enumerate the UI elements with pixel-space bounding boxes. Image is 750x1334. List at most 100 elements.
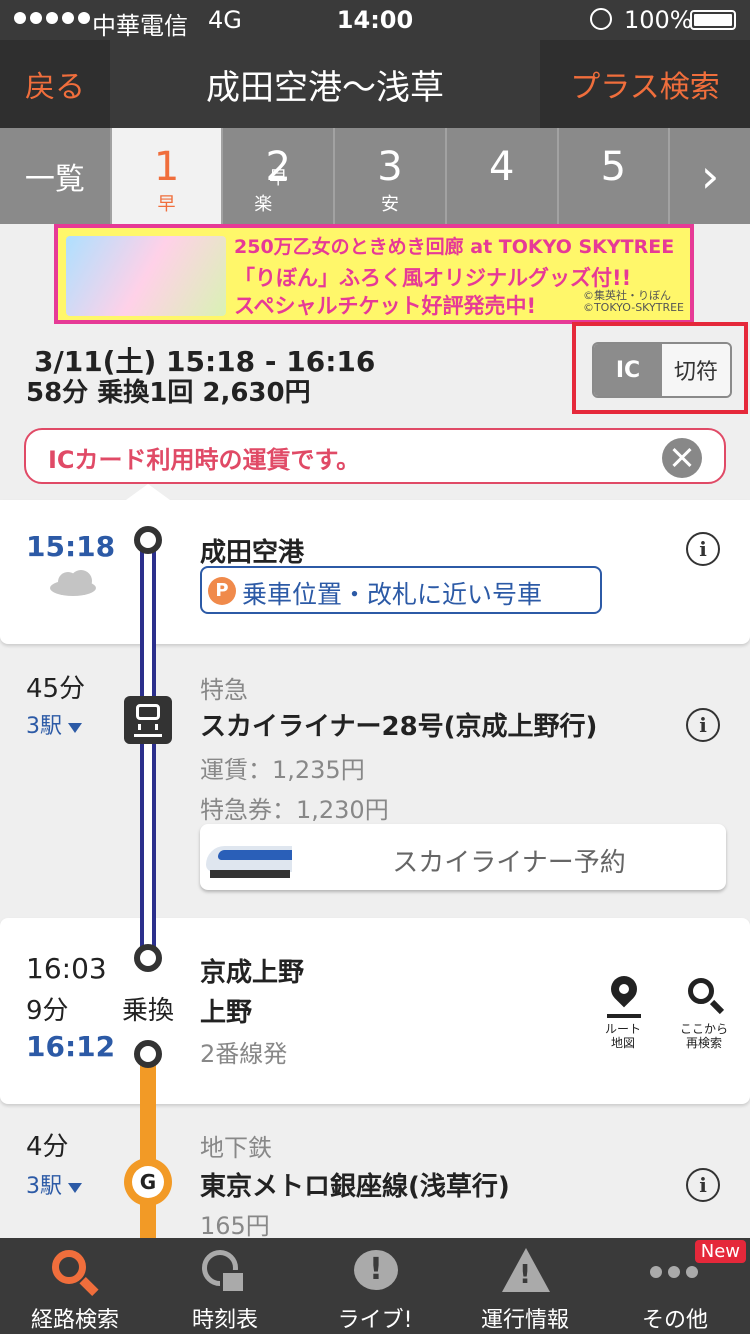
new-badge: New [694, 1240, 746, 1263]
leg2-stations-toggle[interactable]: 3駅 [26, 1168, 82, 1200]
rotation-lock-icon [590, 8, 612, 30]
tab-route-2[interactable]: 2 早 楽 [223, 128, 336, 224]
tab-route-5[interactable]: 5 [559, 128, 671, 224]
boarding-position-label: 乗車位置・改札に近い号車 [242, 580, 543, 609]
leg2-type: 地下鉄 [200, 1134, 272, 1162]
leg1-express-fee: 特急券：1,230円 [200, 796, 389, 824]
leg1-stations-toggle[interactable]: 3駅 [26, 708, 82, 740]
bottom-tab-bar: 経路検索 時刻表 ! ライブ! ! 運行情報 New その他 [0, 1238, 750, 1334]
p-badge-icon: P [208, 577, 236, 605]
route-details: 58分 乗換1回 2,630円 [26, 378, 311, 408]
banner-line-2: 「りぼん」ふろく風オリジナルグッズ付!! [234, 266, 632, 290]
ic-fare-option[interactable]: IC [594, 344, 662, 396]
tab-tags: 安 [380, 194, 429, 215]
ginza-line-bar [140, 1054, 156, 1238]
tab-number: 5 [600, 144, 627, 190]
tab-service-info[interactable]: ! 運行情報 [450, 1238, 600, 1334]
leg2-train[interactable]: 東京メトロ銀座線(浅草行) [200, 1166, 510, 1203]
cloud-icon [50, 570, 96, 596]
nav-bar: 戻る 成田空港〜浅草 プラス検索 [0, 40, 750, 128]
transfer-card: 16:03 9分 乗換 16:12 京成上野 上野 2番線発 ルート 地図 ここ… [0, 918, 750, 1104]
banner-image [66, 236, 226, 316]
info-icon[interactable]: i [686, 1168, 720, 1202]
transfer-station-2[interactable]: 上野 [200, 992, 252, 1029]
transfer-wait: 9分 [26, 996, 69, 1026]
tab-number: 4 [488, 144, 515, 190]
leg1-fare: 運賃：1,235円 [200, 756, 365, 784]
tab-live[interactable]: ! ライブ! [300, 1238, 450, 1334]
leg1-type: 特急 [200, 676, 248, 704]
transfer-depart-time: 16:12 [26, 1030, 116, 1063]
status-bar: 中華電信 4G 14:00 100% [0, 0, 750, 40]
tab-label: 経路検索 [30, 1308, 119, 1333]
warning-icon: ! [498, 1248, 552, 1298]
tab-list[interactable]: 一覧 [0, 128, 112, 224]
ticket-fare-option[interactable]: 切符 [662, 344, 730, 396]
research-label: ここから 再検索 [679, 1022, 728, 1050]
live-icon: ! [348, 1248, 402, 1298]
arrival-node [134, 944, 162, 972]
transfer-arrive-time: 16:03 [26, 952, 107, 985]
departure-station[interactable]: 成田空港 [200, 532, 304, 569]
tab-label: 時刻表 [191, 1308, 258, 1333]
train-icon [124, 696, 172, 744]
tab-number: 1 [153, 144, 180, 190]
leg1-duration: 45分 [26, 674, 86, 704]
back-button[interactable]: 戻る [0, 40, 110, 128]
clock-icon [198, 1248, 252, 1298]
promo-banner[interactable]: 250万乙女のときめき回廊 at TOKYO SKYTREE 「りぼん」ふろく風… [54, 224, 694, 324]
skyliner-train-image [206, 832, 292, 882]
info-icon[interactable]: i [686, 708, 720, 742]
keisei-line-bar [140, 540, 156, 952]
chevron-right-icon[interactable]: › [670, 128, 750, 224]
leg2-duration: 4分 [26, 1132, 69, 1162]
fare-type-toggle[interactable]: IC 切符 [592, 342, 732, 398]
banner-line-1: 250万乙女のときめき回廊 at TOKYO SKYTREE [234, 236, 675, 258]
transfer-platform: 2番線発 [200, 1040, 288, 1068]
fare-toggle-highlight: IC 切符 [572, 322, 748, 414]
boarding-position-button[interactable]: P 乗車位置・改札に近い号車 [200, 566, 602, 614]
info-icon[interactable]: i [686, 532, 720, 566]
departure-node [134, 526, 162, 554]
leg2-fare: 165円 [200, 1212, 270, 1240]
ginza-line-letter: G [132, 1166, 164, 1198]
close-icon[interactable] [662, 438, 702, 478]
banner-credit: ©集英社・りぼん ©TOKYO-SKYTREE [583, 290, 684, 314]
skyliner-reserve-button[interactable]: スカイライナー予約 [200, 824, 726, 890]
notice-text: ICカード利用時の運賃です。 [48, 446, 361, 474]
transfer-label: 乗換 [122, 996, 175, 1026]
more-icon [648, 1248, 702, 1298]
battery-percent: 100% [624, 6, 693, 34]
departure-time: 15:18 [26, 530, 116, 563]
tab-label: ライブ! [337, 1308, 413, 1333]
skyliner-reserve-label: スカイライナー予約 [392, 848, 626, 878]
route-tabs: 一覧 1 早 2 早 楽 3 安 4 5 › [0, 128, 750, 224]
transfer-station-1[interactable]: 京成上野 [200, 952, 304, 989]
tab-timetable[interactable]: 時刻表 [150, 1238, 300, 1334]
transfer-depart-node [134, 1040, 162, 1068]
research-from-here-button[interactable]: ここから 再検索 [674, 976, 734, 1050]
banner-line-3: スペシャルチケット好評発売中! [234, 294, 537, 318]
plus-search-button[interactable]: プラス検索 [540, 40, 750, 128]
tab-tags: 早 楽 [254, 168, 318, 215]
tab-more[interactable]: New その他 [600, 1238, 750, 1334]
page-title: 成田空港〜浅草 [206, 67, 444, 108]
ic-fare-notice: ICカード利用時の運賃です。 [24, 428, 726, 484]
tab-route-3[interactable]: 3 安 [335, 128, 447, 224]
banner-credit-2: ©TOKYO-SKYTREE [582, 301, 684, 314]
battery-icon [690, 10, 736, 30]
tab-route-4[interactable]: 4 [447, 128, 559, 224]
tab-number: 3 [377, 144, 403, 190]
route-map-button[interactable]: ルート 地図 [596, 970, 650, 1050]
leg1-train[interactable]: スカイライナー28号(京成上野行) [200, 706, 597, 743]
search-icon [684, 976, 725, 1020]
tab-route-1[interactable]: 1 早 [111, 128, 224, 224]
map-pin-icon [603, 970, 643, 1020]
ginza-line-badge: G [124, 1158, 172, 1206]
tab-tags: 早 [157, 194, 206, 215]
tab-label: その他 [641, 1308, 708, 1333]
tab-route-search[interactable]: 経路検索 [0, 1238, 150, 1334]
tab-label: 運行情報 [480, 1308, 569, 1333]
route-map-label: ルート 地図 [604, 1022, 641, 1050]
search-icon [48, 1248, 102, 1298]
